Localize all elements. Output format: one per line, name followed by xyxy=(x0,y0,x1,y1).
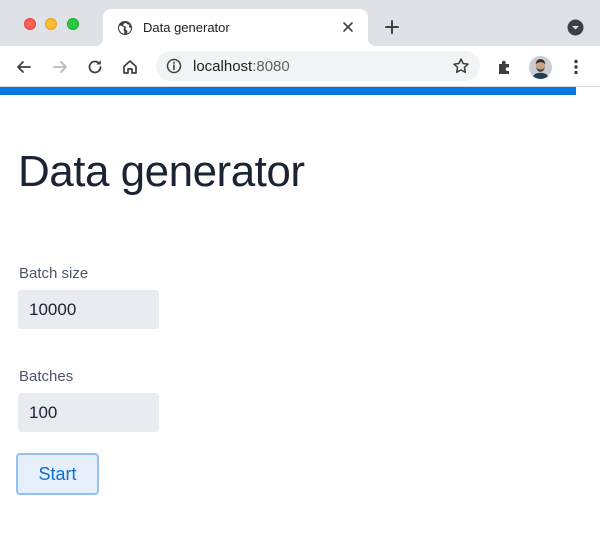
globe-icon xyxy=(118,21,132,35)
window-close-button[interactable] xyxy=(24,18,36,30)
start-button[interactable]: Start xyxy=(16,453,99,495)
reload-icon[interactable] xyxy=(85,57,105,77)
avatar-image xyxy=(529,56,552,79)
star-icon[interactable] xyxy=(452,57,470,75)
address-bar[interactable]: localhost:8080 xyxy=(156,51,480,81)
batch-size-label: Batch size xyxy=(19,265,89,282)
profile-avatar[interactable] xyxy=(529,56,552,79)
window-maximize-button[interactable] xyxy=(67,18,79,30)
browser-toolbar: localhost:8080 xyxy=(0,46,600,87)
more-vertical-icon[interactable] xyxy=(566,57,586,77)
info-icon[interactable] xyxy=(166,58,182,74)
batches-label: Batches xyxy=(19,368,74,385)
window-minimize-button[interactable] xyxy=(45,18,57,30)
tab-title: Data generator xyxy=(143,20,230,35)
address-url: localhost:8080 xyxy=(193,58,290,75)
tab-strip: Data generator xyxy=(0,0,600,46)
plus-icon[interactable] xyxy=(383,18,401,36)
batches-input[interactable] xyxy=(18,393,159,432)
address-port: :8080 xyxy=(252,58,290,75)
chevron-down-icon[interactable] xyxy=(567,19,584,36)
close-icon[interactable] xyxy=(340,19,356,35)
address-host: localhost xyxy=(193,58,253,75)
back-arrow-icon[interactable] xyxy=(14,57,34,77)
batch-size-input[interactable] xyxy=(18,290,159,329)
browser-tab[interactable]: Data generator xyxy=(95,9,376,46)
top-accent-bar xyxy=(0,87,576,95)
page-title: Data generator xyxy=(18,147,305,196)
puzzle-icon[interactable] xyxy=(495,57,515,77)
home-icon[interactable] xyxy=(120,57,140,77)
forward-arrow-icon[interactable] xyxy=(50,57,70,77)
